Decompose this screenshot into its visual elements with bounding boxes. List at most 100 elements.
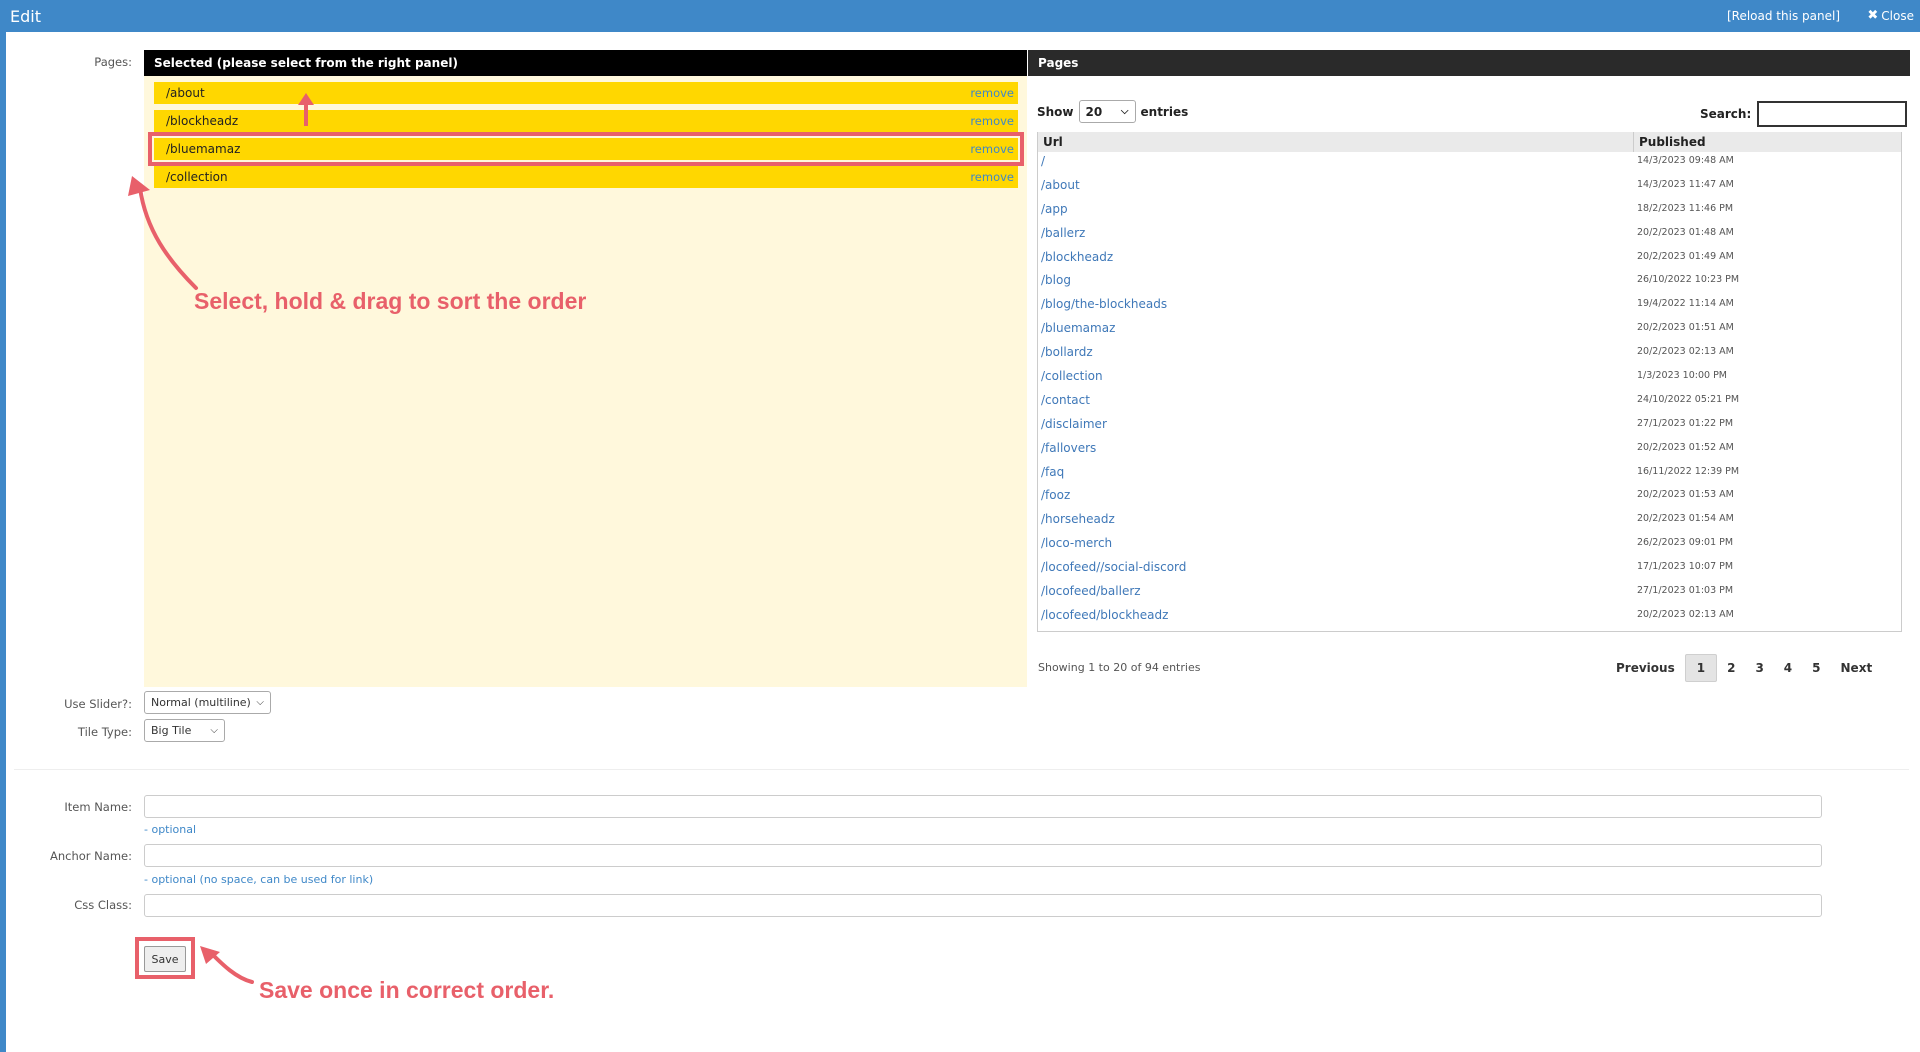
page-url-link[interactable]: /locofeed//social-discord (1038, 558, 1634, 576)
anchor-name-hint: - optional (no space, can be used for li… (144, 873, 374, 886)
left-edge-strip (0, 32, 6, 1052)
remove-link[interactable]: remove (970, 86, 1014, 100)
remove-link[interactable]: remove (970, 170, 1014, 184)
search-input[interactable] (1757, 101, 1908, 127)
up-arrow-icon (298, 93, 314, 126)
table-row: /locofeed//social-discord 17/1/2023 10:07… (1038, 558, 1901, 582)
page-url-link[interactable]: / (1038, 152, 1634, 170)
page-url-link[interactable]: /horseheadz (1038, 510, 1634, 528)
published-date: 20/2/2023 01:51 AM (1637, 322, 1734, 334)
window-titlebar: Edit [Reload this panel] ✖ Close (0, 0, 1920, 32)
page-url-link[interactable]: /disclaimer (1038, 415, 1634, 433)
page-url-link[interactable]: /blog (1038, 271, 1634, 289)
page-url-link[interactable]: /locofeed/ballerz (1038, 582, 1634, 600)
published-date: 27/1/2023 01:22 PM (1637, 417, 1734, 429)
published-date: 18/2/2023 11:46 PM (1637, 202, 1734, 214)
published-date: 20/2/2023 01:53 AM (1637, 489, 1734, 501)
anchor-name-label: Anchor Name: (50, 849, 132, 863)
published-date: 1/3/2023 10:00 PM (1637, 370, 1728, 382)
page-url-link[interactable]: /collection (1038, 367, 1634, 385)
page-url-link[interactable]: /loco-merch (1038, 534, 1634, 552)
column-header-url[interactable]: Url (1038, 132, 1634, 152)
chevron-down-icon: ⌵ (210, 725, 218, 736)
published-date: 19/4/2022 11:14 AM (1637, 298, 1734, 310)
table-header: Url Published (1038, 132, 1901, 152)
close-button[interactable]: ✖ Close (1867, 8, 1914, 23)
selected-item[interactable]: /collection remove (154, 166, 1018, 188)
pagination-previous[interactable]: Previous (1606, 654, 1685, 682)
page-url-link[interactable]: /app (1038, 200, 1634, 218)
save-instruction: Save once in correct order. (259, 977, 555, 1003)
search-control: Search: (1700, 101, 1908, 127)
pagination-page-4[interactable]: 4 (1774, 654, 1802, 682)
published-date: 26/10/2022 10:23 PM (1637, 274, 1740, 286)
tile-type-select[interactable]: Big Tile ⌵ (144, 719, 225, 742)
published-date: 20/2/2023 01:48 AM (1637, 226, 1734, 238)
table-row: /fooz 20/2/2023 01:53 AM (1038, 486, 1901, 510)
item-name-input[interactable] (144, 795, 1822, 818)
table-row: /app 18/2/2023 11:46 PM (1038, 200, 1901, 224)
tile-type-label: Tile Type: (77, 725, 132, 739)
table-row: /14/3/2023 09:48 AM (1038, 152, 1901, 176)
reload-panel-link[interactable]: [Reload this panel] (1727, 9, 1840, 23)
published-date: 17/1/2023 10:07 PM (1637, 561, 1734, 573)
window-title: Edit (10, 6, 41, 26)
selected-item-label: /blockheadz (166, 114, 239, 128)
pages-panel-header: Pages (1028, 50, 1910, 76)
page-url-link[interactable]: /blockheadz (1038, 248, 1634, 266)
tile-type-value: Big Tile (151, 724, 192, 737)
pages-table: Url Published /14/3/2023 09:48 AM /about… (1037, 132, 1902, 632)
css-class-input[interactable] (144, 894, 1822, 917)
pagination-page-2[interactable]: 2 (1717, 654, 1745, 682)
entries-length-control: Show 20 ⌵ entries (1037, 100, 1188, 123)
show-label: Show (1037, 104, 1074, 119)
table-row: /blog/the-blockheads 19/4/2022 11:14 AM (1038, 295, 1901, 319)
column-header-published[interactable]: Published (1634, 132, 1711, 152)
pagination-page-1[interactable]: 1 (1684, 654, 1718, 682)
use-slider-select[interactable]: Normal (multiline) ⌵ (144, 691, 271, 714)
entries-select[interactable]: 20 ⌵ (1078, 100, 1136, 123)
table-row: /about 14/3/2023 11:47 AM (1038, 176, 1901, 200)
table-row: /blog 26/10/2022 10:23 PM (1038, 271, 1901, 295)
page-url-link[interactable]: /contact (1038, 391, 1634, 409)
page-url-link[interactable]: /blog/the-blockheads (1038, 295, 1634, 313)
table-row: /locofeed/blockheadz 20/2/2023 02:13 AM (1038, 606, 1901, 630)
selected-item[interactable]: /blockheadz remove (154, 110, 1018, 132)
chevron-down-icon: ⌵ (1120, 106, 1129, 117)
published-date: 24/10/2022 05:21 PM (1637, 393, 1740, 405)
page-url-link[interactable]: /about (1038, 176, 1634, 194)
save-button[interactable]: Save (144, 946, 186, 972)
published-date: 26/2/2023 09:01 PM (1637, 537, 1734, 549)
table-row: /faq 16/11/2022 12:39 PM (1038, 463, 1901, 487)
published-date: 20/2/2023 02:13 AM (1637, 608, 1734, 620)
table-info: Showing 1 to 20 of 94 entries (1038, 661, 1201, 674)
search-label: Search: (1700, 107, 1752, 121)
table-row: /contact 24/10/2022 05:21 PM (1038, 391, 1901, 415)
remove-link[interactable]: remove (970, 114, 1014, 128)
table-row: /ballerz 20/2/2023 01:48 AM (1038, 224, 1901, 248)
page-url-link[interactable]: /faq (1038, 463, 1634, 481)
page-url-link[interactable]: /locofeed/blockheadz (1038, 606, 1634, 624)
page-url-link[interactable]: /fallovers (1038, 439, 1634, 457)
pagination-page-3[interactable]: 3 (1745, 654, 1773, 682)
section-divider (14, 769, 1909, 770)
pagination-next[interactable]: Next (1831, 654, 1883, 682)
page-url-link[interactable]: /ballerz (1038, 224, 1634, 242)
highlight-box (148, 132, 1024, 166)
anchor-name-input[interactable] (144, 844, 1822, 867)
page-url-link[interactable]: /fooz (1038, 486, 1634, 504)
selected-item[interactable]: /about remove (154, 82, 1018, 104)
table-row: /collection 1/3/2023 10:00 PM (1038, 367, 1901, 391)
chevron-down-icon: ⌵ (256, 697, 264, 708)
curved-arrow-icon (128, 176, 198, 290)
drag-instruction: Select, hold & drag to sort the order (194, 288, 587, 314)
page-url-link[interactable]: /bollardz (1038, 343, 1634, 361)
close-icon: ✖ (1867, 8, 1879, 23)
pagination-page-5[interactable]: 5 (1802, 654, 1830, 682)
use-slider-value: Normal (multiline) (151, 696, 251, 709)
published-date: 20/2/2023 01:49 AM (1637, 250, 1734, 262)
curved-arrow-icon (200, 946, 254, 984)
selected-panel-header: Selected (please select from the right p… (144, 50, 1027, 76)
page-url-link[interactable]: /bluemamaz (1038, 319, 1634, 337)
published-date: 14/3/2023 09:48 AM (1637, 155, 1734, 166)
